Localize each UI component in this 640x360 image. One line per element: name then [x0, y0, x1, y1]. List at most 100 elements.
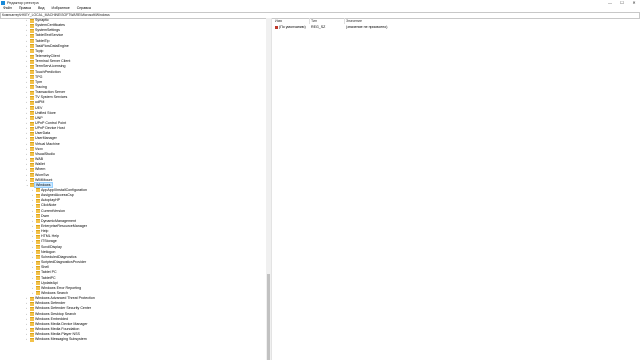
folder-icon: [30, 100, 34, 105]
folder-icon: [36, 281, 40, 286]
folder-icon: [36, 245, 40, 250]
folder-icon: [36, 219, 40, 224]
folder-icon: [36, 270, 40, 275]
column-type[interactable]: Тип: [311, 18, 317, 24]
folder-icon: [30, 327, 34, 332]
tree-item-label: Unified Store: [35, 110, 56, 115]
value-type: REG_SZ: [311, 25, 326, 29]
tree-item-label: Windows: [34, 181, 53, 188]
tree-item-label: Tablet PC: [41, 270, 57, 275]
tree-item-label: UNP: [35, 115, 43, 120]
registry-tree[interactable]: › Synaptic › SystemCertificates › SystemSetti…: [0, 18, 272, 360]
column-value[interactable]: Значение: [346, 18, 362, 24]
menu-favorites[interactable]: Избранное: [52, 6, 70, 11]
value-data: (значение не присвоено): [346, 25, 388, 29]
folder-icon: [36, 286, 40, 291]
menu-view[interactable]: Вид: [38, 6, 45, 11]
folder-icon: [36, 198, 40, 203]
tree-item-label: Windows Defender: [35, 301, 66, 306]
folder-icon: [30, 111, 34, 116]
tree-item-label: UserData: [35, 131, 51, 136]
tree-item-label: UpdateApi: [41, 280, 58, 285]
tree-item-label: SystemSettings: [35, 28, 60, 33]
tree-item-label: Wallet: [35, 162, 45, 167]
column-name[interactable]: Имя: [275, 18, 282, 24]
tree-item-label: Dwm: [41, 213, 50, 218]
pane-splitter[interactable]: [271, 18, 272, 360]
folder-icon: [30, 39, 34, 44]
folder-icon: [30, 167, 34, 172]
value-row[interactable]: (По умолчанию): [275, 25, 306, 30]
folder-icon: [30, 312, 34, 317]
folder-icon: [30, 136, 34, 141]
tree-scroll-thumb[interactable]: [267, 274, 270, 360]
tree-item[interactable]: › Windows Messaging Subsystem: [26, 337, 87, 342]
tree-item-label: Windows Defender Security Center: [35, 306, 92, 311]
folder-icon: [36, 188, 40, 193]
folder-icon: [30, 126, 34, 131]
values-list[interactable]: Имя Тип Значение (По умолчанию) REG_SZ (…: [273, 18, 640, 360]
folder-icon: [30, 106, 34, 111]
folder-icon: [30, 49, 34, 54]
tree-item-label: Help: [41, 229, 49, 234]
tree-item-label: Windows Messaging Subsystem: [35, 337, 87, 342]
tree-item-label: Windows Embedded: [35, 316, 68, 321]
tree-item-label: Virtual Machine: [35, 141, 60, 146]
tree-item-label: Windows Media Foundation: [35, 327, 80, 331]
tree-item-label: TabletPC: [41, 275, 56, 280]
folder-icon: [36, 239, 40, 244]
menu-file[interactable]: Файл: [3, 6, 12, 11]
column-divider[interactable]: [344, 18, 345, 24]
tree-item-label: Tracing: [35, 84, 47, 89]
tree-item-label: ScriptedDiagnosticsProvider: [41, 260, 87, 265]
folder-icon: [30, 85, 34, 90]
folder-icon: [36, 193, 40, 198]
tree-item-label: TPG: [35, 74, 43, 79]
collapse-chevron-icon[interactable]: ⌄: [26, 183, 29, 188]
tree-item-label: Windows Error Reporting: [41, 285, 82, 290]
folder-icon: [36, 260, 40, 265]
folder-icon: [30, 90, 34, 95]
folder-icon: [30, 317, 34, 322]
folder-icon: [30, 28, 34, 33]
tree-item-label: Windows Search: [41, 290, 68, 295]
folder-icon: [30, 306, 34, 311]
window-title: Редактор реестра: [7, 1, 39, 5]
folder-icon: [30, 64, 34, 69]
folder-icon: [30, 162, 34, 167]
folder-icon: [30, 33, 34, 38]
folder-icon: [30, 152, 34, 157]
tree-item-label: Tpm: [35, 79, 43, 84]
menu-help[interactable]: Справка: [77, 6, 91, 11]
tree-item-label: SystemCertificates: [35, 23, 65, 28]
folder-icon: [36, 203, 40, 208]
tree-item-label: TV System Services: [35, 95, 68, 100]
tree-item-label: ClickNote: [41, 203, 57, 208]
tree-item-label: Windows Media Player NSS: [35, 332, 80, 337]
folder-icon: [36, 229, 40, 234]
tree-item-label: Vsxx: [35, 146, 43, 151]
column-divider[interactable]: [309, 18, 310, 24]
tree-item-label: Terminal Server Client: [35, 59, 71, 64]
tree-item-label: TabletTip: [35, 38, 50, 43]
folder-icon: [30, 121, 34, 126]
folder-icon: [30, 95, 34, 100]
menu-edit[interactable]: Правка: [19, 6, 31, 11]
folder-icon: [30, 116, 34, 121]
tree-item-label: Windows Desktop Search: [35, 311, 77, 316]
tree-item-label: UserManager: [35, 136, 57, 141]
folder-icon: [30, 322, 34, 327]
tree-item-label: CurrentVersion: [41, 208, 65, 213]
tree-item-label: TelemetryClient: [35, 54, 60, 59]
folder-icon: [30, 54, 34, 59]
folder-icon: [30, 173, 34, 177]
tree-item-label: DynamicManagement: [41, 218, 76, 223]
expand-chevron-icon[interactable]: ›: [26, 337, 29, 342]
folder-icon: [36, 214, 40, 219]
tree-item-label: ITStorage: [41, 239, 57, 244]
folder-icon: [36, 250, 40, 255]
string-value-icon: [275, 25, 278, 29]
folder-icon: [36, 234, 40, 239]
tree-item-label: Tcpip: [35, 48, 44, 53]
folder-icon: [30, 301, 34, 306]
